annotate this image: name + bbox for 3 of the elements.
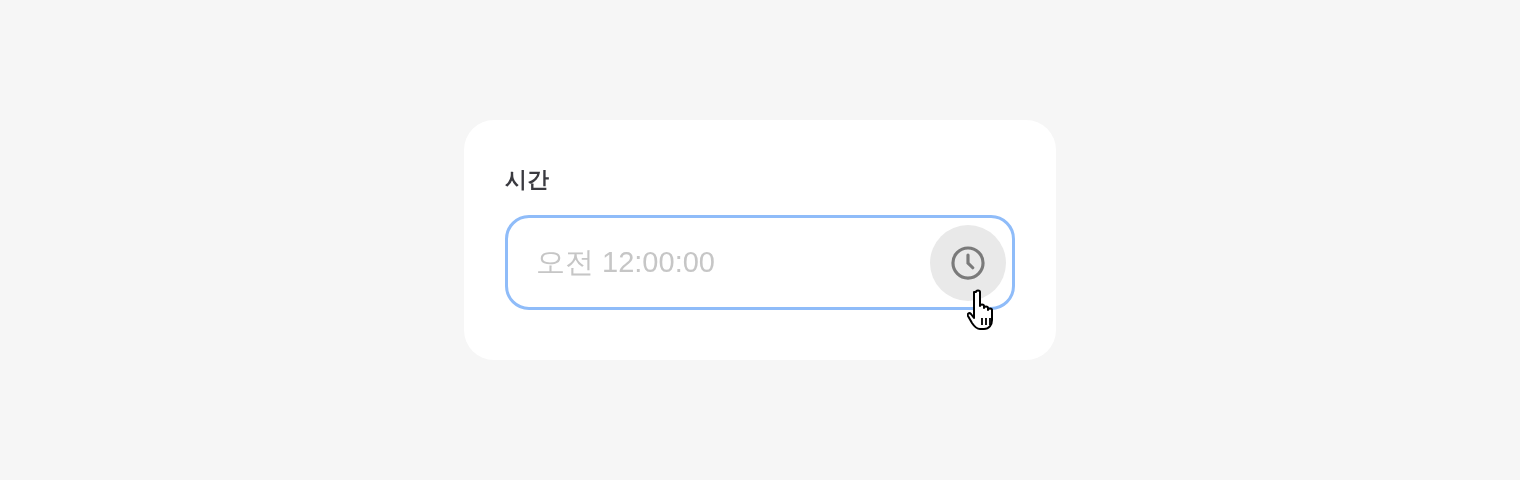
time-field[interactable]: 오전 12:00:00 <box>505 215 1015 310</box>
field-label: 시간 <box>505 166 550 194</box>
clock-icon <box>949 243 987 282</box>
